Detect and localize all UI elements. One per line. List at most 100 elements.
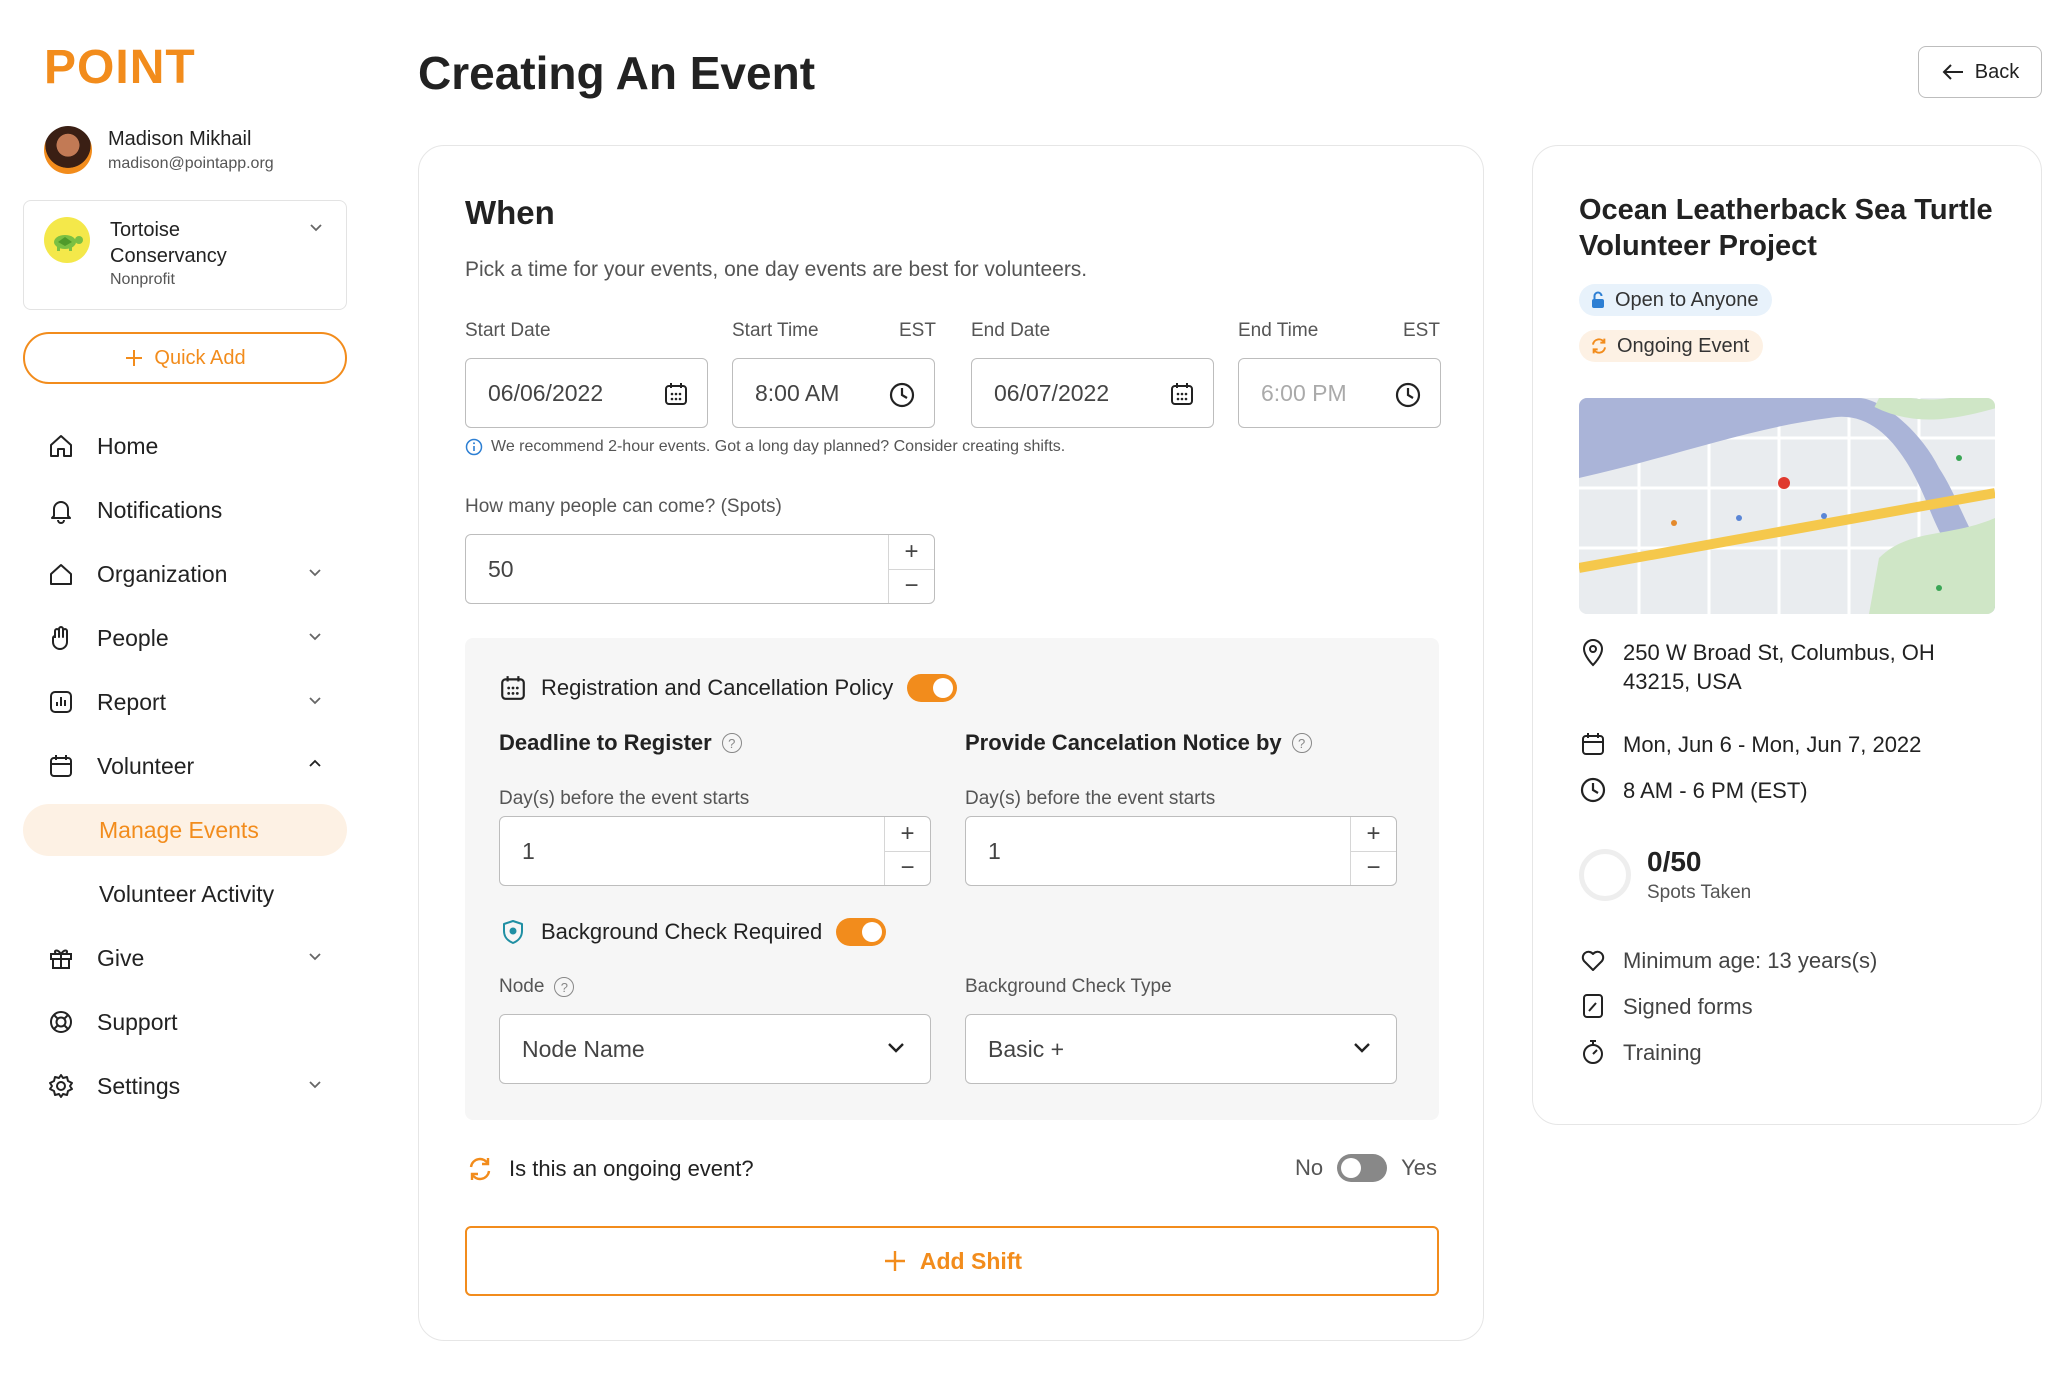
brand-logo[interactable]: POINT (44, 40, 196, 95)
user-profile[interactable]: Madison Mikhail madison@pointapp.org (44, 126, 274, 174)
ongoing-toggle[interactable] (1337, 1154, 1388, 1182)
event-title: Ocean Leatherback Sea Turtle Volunteer P… (1579, 194, 1993, 262)
section-title: When (465, 194, 555, 231)
sidebar-item-label: People (97, 624, 169, 651)
end-time-placeholder: 6:00 PM (1261, 379, 1347, 406)
section-description: Pick a time for your events, one day eve… (465, 258, 1088, 281)
increment-button[interactable]: + (885, 817, 930, 852)
calendar-icon[interactable] (1169, 381, 1195, 407)
bg-type-select[interactable]: Basic + (965, 1014, 1397, 1084)
sidebar: POINT Madison Mikhail madison@pointapp.o… (0, 0, 370, 1392)
gear-icon (45, 1070, 77, 1102)
plus-icon (126, 350, 143, 366)
start-date-label: Start Date (465, 320, 551, 341)
sidebar-item-volunteer[interactable]: Volunteer (23, 734, 347, 798)
policy-toggle-row: Registration and Cancellation Policy (499, 674, 958, 702)
end-time-label: End Time (1238, 320, 1319, 341)
quick-add-button[interactable]: Quick Add (23, 332, 347, 384)
node-select[interactable]: Node Name (499, 1014, 931, 1084)
training-text: Training (1623, 1040, 1702, 1065)
quick-add-label: Quick Add (154, 346, 246, 369)
spots-stepper[interactable]: 50 + − (465, 534, 935, 604)
increment-button[interactable]: + (889, 535, 934, 570)
bell-icon (45, 494, 77, 526)
tortoise-icon (44, 217, 90, 263)
signed-form-icon (1583, 994, 1603, 1018)
cancel-heading: Provide Cancelation Notice by ? (965, 730, 1312, 756)
open-badge: Open to Anyone (1579, 284, 1773, 316)
sidebar-item-label: Report (97, 688, 167, 715)
node-label-row: Node ? (499, 976, 575, 998)
decrement-button[interactable]: − (885, 852, 930, 886)
calendar-icon[interactable] (663, 381, 689, 407)
cancel-label: Provide Cancelation Notice by (965, 730, 1282, 755)
sidebar-item-report[interactable]: Report (23, 670, 347, 734)
cancel-sublabel: Day(s) before the event starts (965, 788, 1216, 809)
gift-icon (45, 942, 77, 974)
help-icon[interactable]: ? (1291, 733, 1312, 753)
event-summary-card: Ocean Leatherback Sea Turtle Volunteer P… (1532, 145, 2042, 1125)
sidebar-item-home[interactable]: Home (23, 414, 347, 478)
ongoing-label: Is this an ongoing event? (509, 1156, 754, 1181)
sidebar-item-people[interactable]: People (23, 606, 347, 670)
back-button[interactable]: Back (1918, 46, 2042, 98)
help-icon[interactable]: ? (721, 733, 742, 753)
calendar-icon (45, 750, 77, 782)
decrement-button[interactable]: − (1351, 852, 1396, 886)
chevron-down-icon (309, 1081, 321, 1089)
deadline-stepper[interactable]: 1 + − (499, 816, 931, 886)
forms-text: Signed forms (1623, 994, 1753, 1019)
sidebar-item-manage-events[interactable]: Manage Events (23, 804, 347, 856)
spots-summary: 0/50 Spots Taken (1579, 846, 1751, 904)
add-shift-label: Add Shift (919, 1247, 1023, 1274)
event-form-card: When Pick a time for your events, one da… (418, 145, 1484, 1341)
sidebar-item-volunteer-activity[interactable]: Volunteer Activity (23, 862, 347, 926)
back-label: Back (1974, 60, 2020, 83)
location-map[interactable] (1579, 398, 1995, 614)
bg-check-toggle[interactable] (836, 918, 887, 946)
end-date-field[interactable]: 06/07/2022 (971, 358, 1214, 428)
cancel-value: 1 (988, 837, 1001, 864)
increment-button[interactable]: + (1351, 817, 1396, 852)
min-age-text: Minimum age: 13 years(s) (1623, 948, 1878, 973)
sidebar-item-label: Notifications (97, 496, 223, 523)
dates-text: Mon, Jun 6 - Mon, Jun 7, 2022 (1623, 732, 1922, 757)
node-select-value: Node Name (522, 1035, 645, 1062)
clock-icon[interactable] (1394, 381, 1422, 409)
end-time-field[interactable]: 6:00 PM (1238, 358, 1441, 428)
help-icon[interactable]: ? (554, 977, 575, 997)
start-date-field[interactable]: 06/06/2022 (465, 358, 708, 428)
start-time-value: 8:00 AM (755, 379, 840, 406)
sidebar-item-notifications[interactable]: Notifications (23, 478, 347, 542)
spots-label: How many people can come? (Spots) (465, 496, 782, 517)
clock-icon (1580, 777, 1606, 803)
sidebar-item-label: Settings (97, 1072, 181, 1099)
chevron-down-icon (309, 697, 321, 705)
decrement-button[interactable]: − (889, 570, 934, 604)
repeat-icon (469, 1157, 491, 1181)
add-shift-button[interactable]: Add Shift (465, 1226, 1439, 1296)
start-time-field[interactable]: 8:00 AM (732, 358, 935, 428)
home-icon (45, 430, 77, 462)
organization-icon (45, 558, 77, 590)
org-switcher[interactable]: Tortoise Conservancy Nonprofit (23, 200, 347, 310)
heart-icon (1581, 950, 1605, 971)
stepper-controls: + − (888, 535, 934, 603)
spots-progress-ring (1579, 849, 1631, 901)
dates-row: Mon, Jun 6 - Mon, Jun 7, 2022 (1579, 730, 1921, 759)
clock-icon[interactable] (888, 381, 916, 409)
bg-check-toggle-row: Background Check Required (499, 918, 887, 946)
sidebar-item-organization[interactable]: Organization (23, 542, 347, 606)
min-age-row: Minimum age: 13 years(s) (1579, 946, 1877, 975)
chevron-down-icon (309, 633, 321, 641)
sidebar-item-give[interactable]: Give (23, 926, 347, 990)
sidebar-item-label: Home (97, 432, 159, 459)
chevron-down-icon (309, 569, 321, 577)
sidebar-item-settings[interactable]: Settings (23, 1054, 347, 1118)
cancel-stepper[interactable]: 1 + − (965, 816, 1397, 886)
policy-toggle[interactable] (907, 674, 958, 702)
user-email: madison@pointapp.org (108, 154, 274, 172)
sidebar-item-support[interactable]: Support (23, 990, 347, 1054)
yes-label: Yes (1401, 1155, 1437, 1180)
repeat-icon (1592, 338, 1606, 354)
